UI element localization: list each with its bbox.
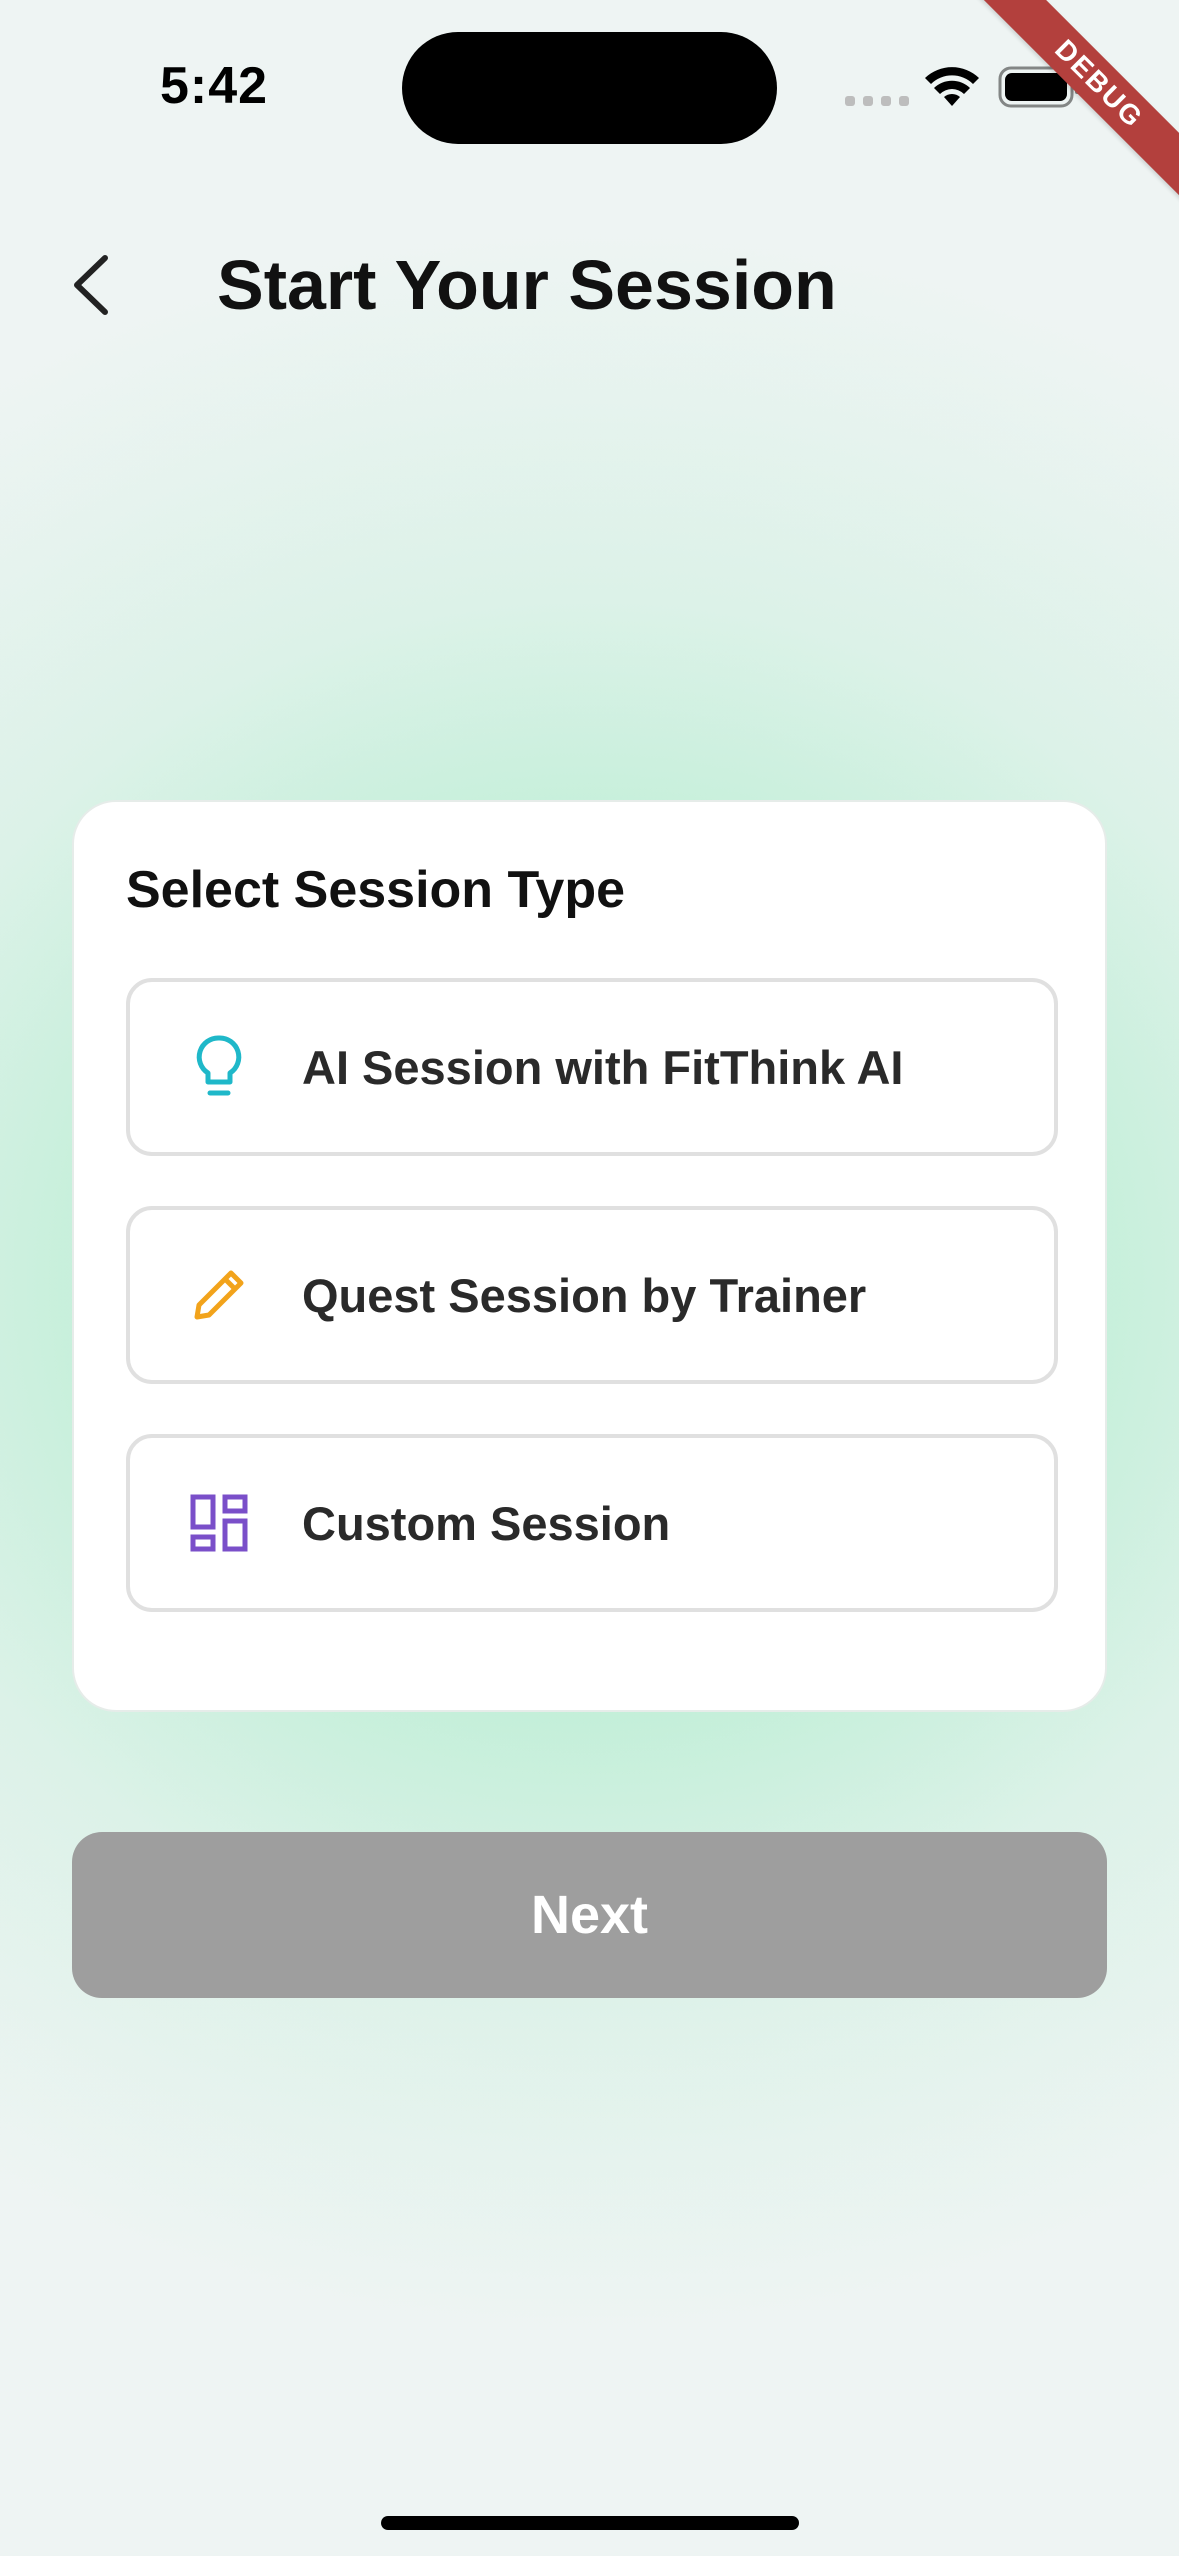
session-type-card: Select Session Type AI Session with FitT…: [72, 800, 1107, 1712]
wifi-icon: [925, 67, 979, 106]
cellular-signal-icon: [845, 96, 909, 106]
card-title: Select Session Type: [126, 861, 626, 919]
chevron-left-icon: [74, 255, 108, 315]
option-quest-session[interactable]: Quest Session by Trainer: [126, 1206, 1058, 1384]
dynamic-island: [402, 32, 777, 144]
option-ai-session[interactable]: AI Session with FitThink AI: [126, 978, 1058, 1156]
status-time: 5:42: [160, 57, 269, 115]
dashboard-icon: [186, 1490, 252, 1556]
option-label: Custom Session: [302, 1496, 671, 1550]
option-custom-session[interactable]: Custom Session: [126, 1434, 1058, 1612]
pencil-icon: [186, 1262, 252, 1328]
home-indicator[interactable]: [381, 2516, 799, 2530]
back-button[interactable]: [56, 240, 126, 330]
lightbulb-icon: [186, 1034, 252, 1100]
page-title: Start Your Session: [217, 246, 837, 324]
option-label: Quest Session by Trainer: [302, 1268, 867, 1322]
option-label: AI Session with FitThink AI: [302, 1040, 904, 1094]
next-button[interactable]: Next: [72, 1832, 1107, 1998]
